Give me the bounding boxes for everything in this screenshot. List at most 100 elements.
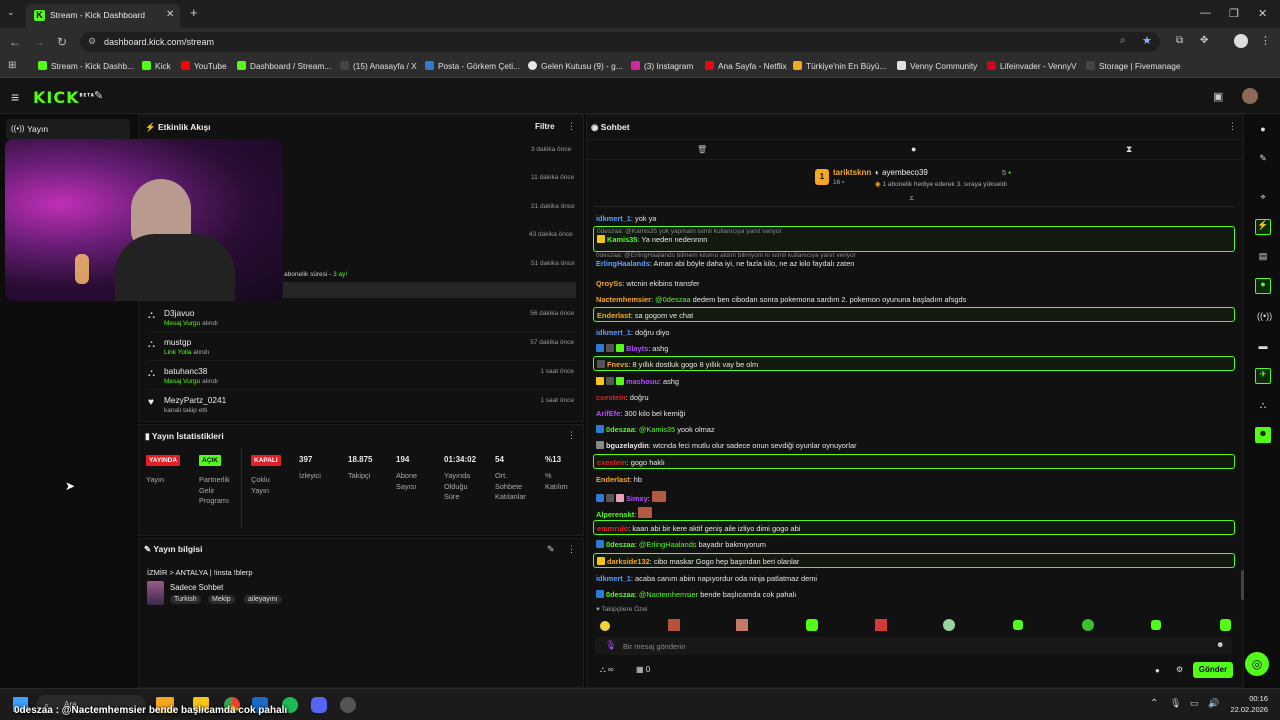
bookmark-item[interactable]: Stream - Kick Dashb...	[38, 61, 134, 71]
extension-icon[interactable]: ⧉	[1176, 35, 1183, 46]
close-tab-icon[interactable]: ✕	[166, 9, 174, 20]
broadcast-icon[interactable]: ((•))	[1257, 311, 1272, 323]
gift-notice-user[interactable]: ◐ ayembeco39	[875, 168, 928, 177]
info-menu-icon[interactable]: ⋮	[567, 544, 576, 555]
bookmark-item[interactable]: Posta - Görkem Çeti...	[425, 61, 520, 71]
edit-icon[interactable]: ✎	[547, 544, 555, 555]
chat-username[interactable]: cxestein	[596, 393, 626, 402]
chat-username[interactable]: Enderlast	[596, 475, 630, 484]
points-icon[interactable]: ⛬ ∞	[600, 665, 614, 675]
emote-icon[interactable]	[1151, 620, 1161, 630]
chat-username[interactable]: QroySs	[596, 279, 622, 288]
new-tab-icon[interactable]: +	[190, 5, 198, 20]
share-icon[interactable]: ⛬	[1257, 400, 1269, 412]
chat-scrollbar[interactable]	[1241, 570, 1244, 600]
bookmark-item[interactable]: YouTube	[181, 61, 227, 71]
chat-username[interactable]: idkmert_1	[596, 328, 631, 337]
chat-message[interactable]: 0deszaa: @Nactemhemsier bende başlıcamda…	[593, 587, 1235, 602]
activity-menu-icon[interactable]: ⋮	[567, 121, 576, 132]
microphone-icon[interactable]: 🎙	[1170, 698, 1181, 709]
settings-gear-icon[interactable]: ⚙	[1176, 665, 1183, 674]
bookmark-star-icon[interactable]: ★	[1142, 34, 1152, 47]
browser-menu-icon[interactable]: ⋮	[1260, 34, 1271, 47]
chat-message[interactable]: Enderlast: hb	[593, 472, 1235, 487]
top-gifter-name[interactable]: tariktsknn	[833, 168, 871, 177]
points-counter[interactable]: ▦ 0	[636, 665, 650, 674]
chat-username[interactable]: 0deszaa	[606, 590, 635, 599]
trash-icon[interactable]: 🗑	[697, 145, 707, 154]
event-row[interactable]: ♥ MezyPartz_0241 kanalı takip etti 1 saa…	[146, 391, 576, 419]
chat-message[interactable]: idkmert_1: acaba canım abim napıyordur o…	[593, 571, 1235, 586]
reload-icon[interactable]: ↻	[57, 35, 67, 49]
chat-username[interactable]: Enderlast	[597, 311, 631, 320]
chat-message[interactable]: QroySs: wtcnin ekibins transfer	[593, 276, 1235, 291]
chat-username[interactable]: Blayts	[626, 344, 648, 353]
chat-username[interactable]: Nactemhemsier	[596, 295, 651, 304]
chat-username[interactable]: Kamis35	[607, 235, 637, 244]
event-row[interactable]: ⛬ D3javuo Mesaj Vurgu alındı 56 dakika ö…	[146, 304, 576, 332]
chat-username[interactable]: Alperenskt	[596, 510, 634, 519]
emoji-icon[interactable]: ☻	[1216, 640, 1224, 649]
chat-message[interactable]: Simxy:	[593, 488, 1235, 504]
emote-icon[interactable]	[668, 619, 680, 631]
hourglass-icon[interactable]: ⧗	[1126, 144, 1132, 155]
forward-icon[interactable]: →	[33, 35, 45, 49]
chat-message[interactable]: bguzelaydin: wtcnda feci mutlu olur sade…	[593, 438, 1235, 453]
event-row[interactable]: ⛬ mustgp Link Yolla alındı 57 dakika önc…	[146, 333, 576, 361]
profile-avatar[interactable]	[1234, 34, 1248, 48]
chat-message[interactable]: 0deszaa: @ErlingHaalands bayadır bakmıyo…	[593, 537, 1235, 552]
chat-username[interactable]: mashouu	[626, 377, 659, 386]
tag-chip[interactable]: Mekip	[208, 595, 235, 604]
emote-icon[interactable]	[736, 619, 748, 631]
bookmark-item[interactable]: Storage | Fivemanage	[1086, 61, 1180, 71]
chat-username[interactable]: cxestein	[597, 458, 627, 467]
emote-icon[interactable]	[1082, 619, 1094, 631]
volume-icon[interactable]: 🔊	[1208, 698, 1219, 709]
chat-username[interactable]: idkmert_1	[596, 214, 631, 223]
wallet-icon[interactable]: ▣	[1213, 90, 1223, 103]
send-button[interactable]: Gönder	[1193, 662, 1233, 678]
crosshair-icon[interactable]: ⌖	[1257, 192, 1269, 204]
bookmark-item[interactable]: Kick	[142, 61, 171, 71]
url-field[interactable]: ⚙ dashboard.kick.com/stream ⌕ ★	[80, 32, 1160, 52]
bookmark-item[interactable]: Gelen Kutusu (9) - g...	[528, 61, 623, 71]
chat-message[interactable]: mashouu: ashg	[593, 374, 1235, 389]
event-row[interactable]: ⛬ batuhanc38 Mesaj Vurgu alındı 1 saat ö…	[146, 362, 576, 390]
mic-icon[interactable]: 🎙	[605, 640, 616, 651]
lightning-icon[interactable]: ⚡	[1255, 219, 1271, 235]
tag-chip[interactable]: Turkish	[170, 595, 201, 604]
chat-message[interactable]: cxestein: gogo haklı	[593, 454, 1235, 469]
pen-icon[interactable]: ✎	[1257, 153, 1269, 165]
hamburger-menu-icon[interactable]: ≡	[11, 89, 19, 105]
chat-icon[interactable]: ●	[1255, 278, 1271, 294]
restore-icon[interactable]: ❐	[1229, 7, 1239, 20]
emote-icon[interactable]	[875, 619, 887, 631]
chat-username[interactable]: 0deszaa	[606, 540, 635, 549]
chat-username[interactable]: idkmert_1	[596, 574, 631, 583]
tray-expand-icon[interactable]: ⌃	[1150, 698, 1158, 709]
apps-grid-icon[interactable]: ⊞	[8, 60, 16, 71]
close-window-icon[interactable]: ✕	[1258, 7, 1267, 20]
emote-icon[interactable]	[651, 491, 666, 502]
bookmark-item[interactable]: Dashboard / Stream...	[237, 61, 331, 71]
chat-message[interactable]: darkside132: cibo maskar Gogo hep başınd…	[593, 553, 1235, 568]
stats-menu-icon[interactable]: ⋮	[567, 430, 576, 441]
bookmark-item[interactable]: (15) Anasayfa / X	[340, 61, 417, 71]
bookmark-item[interactable]: Ana Sayfa - Netflix	[705, 61, 787, 71]
minimize-icon[interactable]: —	[1200, 7, 1211, 19]
bot-icon[interactable]: ☻	[1255, 427, 1271, 443]
chat-message[interactable]: 0deszaa: @ErlingHaalands bilmem kilomu a…	[593, 251, 1235, 277]
emote-icon[interactable]	[943, 619, 955, 631]
bookmark-item[interactable]: Türkiye'nin En Büyü...	[793, 61, 886, 71]
user-avatar[interactable]	[1242, 88, 1258, 104]
chat-username[interactable]: darkside132	[607, 557, 650, 566]
chat-menu-icon[interactable]: ⋮	[1228, 121, 1237, 132]
chat-username[interactable]: Simxy	[626, 494, 648, 503]
obs-icon[interactable]	[340, 697, 356, 713]
chat-input[interactable]: 🎙 Bir mesaj gönderin ☻	[595, 637, 1232, 655]
collapse-icon[interactable]: ⩡	[909, 193, 914, 204]
chat-message[interactable]: Alperenskt:	[593, 504, 1235, 520]
chat-message[interactable]: emmrulo: kaan abi bir kere aktif geniş a…	[593, 520, 1235, 535]
chat-message[interactable]: Nactemhemsier: @0deszaa dedem ben ciboda…	[593, 292, 1235, 307]
pin-tool-icon[interactable]: ✎	[94, 89, 103, 102]
